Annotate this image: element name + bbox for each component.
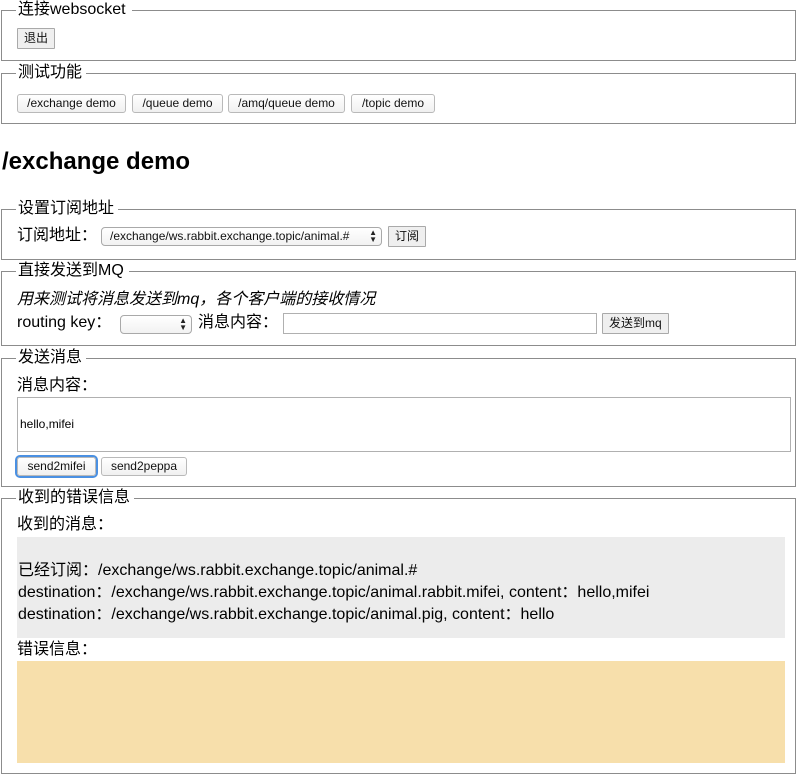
fieldset-border — [2, 358, 16, 359]
message-line: 已经订阅：/exchange/ws.rabbit.exchange.topic/… — [18, 562, 418, 579]
logout-button[interactable]: 退出 — [17, 28, 56, 49]
connect-fieldset: 连接websocket 退出 — [1, 1, 796, 61]
message-line: destination：/exchange/ws.rabbit.exchange… — [18, 606, 555, 623]
test-legend: 测试功能 — [16, 64, 85, 82]
fieldset-border — [2, 498, 16, 499]
send-to-mq-button[interactable]: 发送到mq — [602, 313, 669, 334]
fieldset-border — [2, 271, 16, 272]
fieldset-border — [118, 209, 795, 210]
fieldset-border — [134, 498, 795, 499]
routing-key-label: routing key： — [17, 314, 112, 331]
errors-label: 错误信息： — [17, 641, 98, 658]
subscribe-select[interactable]: /exchange/ws.rabbit.exchange.topic/anima… — [101, 227, 382, 246]
subscribe-legend: 设置订阅地址 — [16, 200, 117, 218]
test-fieldset: 测试功能 /exchange demo /queue demo /amq/que… — [1, 64, 796, 124]
subscribe-fieldset: 设置订阅地址 订阅地址： /exchange/ws.rabbit.exchang… — [1, 200, 796, 260]
messages-label: 收到的消息： — [17, 516, 114, 533]
connect-legend: 连接websocket — [16, 1, 128, 19]
mq-content-input[interactable] — [283, 313, 597, 334]
subscribe-label: 订阅地址： — [17, 227, 98, 244]
message-line: destination：/exchange/ws.rabbit.exchange… — [18, 584, 650, 601]
fieldset-border — [2, 10, 16, 11]
select-arrows-icon: ▲ ▼ — [369, 228, 377, 244]
fieldset-border — [132, 10, 795, 11]
send-content-label: 消息内容： — [17, 377, 98, 394]
subscribe-select-value: /exchange/ws.rabbit.exchange.topic/anima… — [110, 229, 350, 243]
send-fieldset: 发送消息 消息内容： hello,mifei send2mifei send2p… — [1, 349, 796, 487]
topic-demo-button[interactable]: /topic demo — [351, 94, 435, 113]
fieldset-border — [2, 73, 16, 74]
received-fieldset: 收到的错误信息 收到的消息： 已经订阅：/exchange/ws.rabbit.… — [1, 489, 796, 774]
fieldset-border — [86, 358, 795, 359]
errors-panel — [17, 661, 785, 763]
amq-queue-demo-button[interactable]: /amq/queue demo — [228, 94, 345, 113]
send2mifei-button[interactable]: send2mifei — [17, 457, 96, 476]
send2peppa-button[interactable]: send2peppa — [101, 457, 187, 476]
routing-key-select[interactable]: ▲ ▼ — [120, 315, 192, 334]
select-arrows-icon: ▲ ▼ — [179, 316, 187, 332]
exchange-demo-button[interactable]: /exchange demo — [17, 94, 126, 113]
mq-content-label: 消息内容： — [198, 314, 279, 331]
mq-hint: 用来测试将消息发送到mq，各个客户端的接收情况 — [17, 291, 376, 308]
messages-panel: 已经订阅：/exchange/ws.rabbit.exchange.topic/… — [17, 537, 785, 638]
queue-demo-button[interactable]: /queue demo — [132, 94, 223, 113]
mq-fieldset: 直接发送到MQ 用来测试将消息发送到mq，各个客户端的接收情况 routing … — [1, 262, 796, 346]
subscribe-button[interactable]: 订阅 — [388, 226, 427, 247]
mq-legend: 直接发送到MQ — [16, 262, 126, 280]
received-legend: 收到的错误信息 — [16, 489, 133, 507]
send-legend: 发送消息 — [16, 349, 85, 367]
fieldset-border — [129, 271, 795, 272]
fieldset-border — [2, 209, 16, 210]
fieldset-border — [86, 73, 795, 74]
send-content-textarea[interactable]: hello,mifei — [17, 397, 791, 452]
page-title: /exchange demo — [2, 148, 191, 175]
send-content-value: hello,mifei — [20, 417, 75, 431]
